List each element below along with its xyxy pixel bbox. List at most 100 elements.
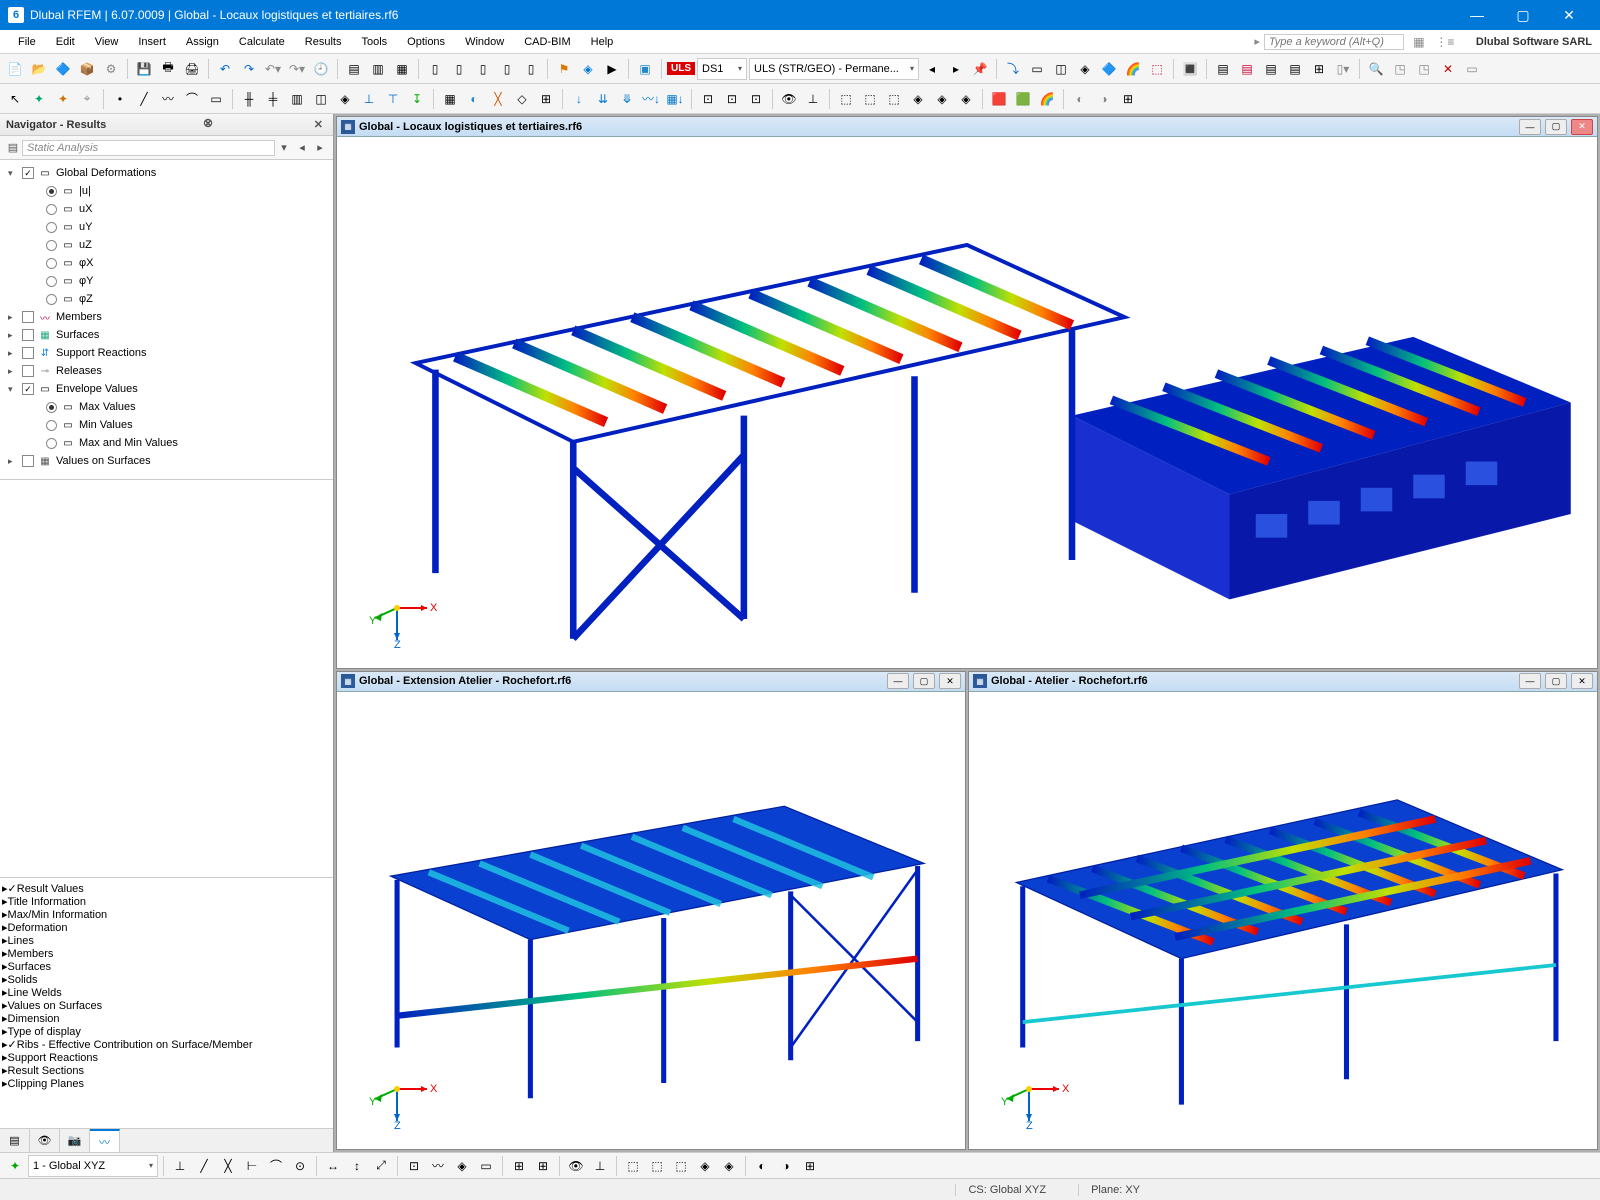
- minimize-button[interactable]: —: [1454, 0, 1500, 30]
- view-left-close[interactable]: ✕: [939, 673, 961, 689]
- results-tree[interactable]: ▾✓▭Global Deformations▭|u|▭uX▭uY▭uZ▭φX▭φ…: [0, 160, 333, 480]
- s4-icon[interactable]: ◫: [310, 88, 332, 110]
- bb2-icon[interactable]: ╱: [193, 1155, 215, 1177]
- menu-window[interactable]: Window: [455, 33, 514, 51]
- view-main-canvas[interactable]: X Y Z: [337, 137, 1597, 668]
- view-main-min[interactable]: —: [1519, 119, 1541, 135]
- menu-options[interactable]: Options: [397, 33, 455, 51]
- pline-icon[interactable]: 〰: [157, 88, 179, 110]
- tree-item[interactable]: ▸⇵Support Reactions: [2, 344, 331, 362]
- tree-radio[interactable]: ▭Max Values: [2, 398, 331, 416]
- s12-icon[interactable]: ◇: [511, 88, 533, 110]
- display-tree-item[interactable]: ▸✓Ribs - Effective Contribution on Surfa…: [2, 1038, 331, 1051]
- rect-icon[interactable]: ▭: [205, 88, 227, 110]
- gear-icon[interactable]: ⚙: [100, 58, 122, 80]
- menu-results[interactable]: Results: [295, 33, 352, 51]
- la3-icon[interactable]: ▤: [1260, 58, 1282, 80]
- bbsel5-icon[interactable]: ◈: [718, 1155, 740, 1177]
- tree-radio[interactable]: ▭|u|: [2, 182, 331, 200]
- tool-c-icon[interactable]: ▯: [472, 58, 494, 80]
- r8-icon[interactable]: 🔳: [1179, 58, 1201, 80]
- print-icon[interactable]: 🖨: [181, 58, 203, 80]
- wizard-icon[interactable]: 🔷: [52, 58, 74, 80]
- menu-edit[interactable]: Edit: [46, 33, 85, 51]
- bb7-icon[interactable]: ↔: [322, 1155, 344, 1177]
- display-tree-item[interactable]: ▸Result Sections: [2, 1064, 331, 1077]
- filter-input[interactable]: [22, 140, 275, 156]
- bb6-icon[interactable]: ⊙: [289, 1155, 311, 1177]
- pin-icon[interactable]: ⮿: [200, 118, 217, 131]
- filter-icon[interactable]: ▤: [4, 141, 22, 154]
- bbv2-icon[interactable]: ◑: [775, 1155, 797, 1177]
- bb10-icon[interactable]: ⊡: [403, 1155, 425, 1177]
- view-left-min[interactable]: —: [887, 673, 909, 689]
- bb11-icon[interactable]: 〰: [427, 1155, 449, 1177]
- display-tree-item[interactable]: ▸Solids: [2, 973, 331, 986]
- display-tree-item[interactable]: ▸Clipping Planes: [2, 1077, 331, 1090]
- plat-icon[interactable]: ▭: [1461, 58, 1483, 80]
- load1-icon[interactable]: ↓: [568, 88, 590, 110]
- r2-icon[interactable]: ▭: [1026, 58, 1048, 80]
- display-tree-item[interactable]: ▸Values on Surfaces: [2, 999, 331, 1012]
- bb14-icon[interactable]: ⊞: [508, 1155, 530, 1177]
- display-tree-item[interactable]: ▸Deformation: [2, 921, 331, 934]
- r7-icon[interactable]: ⬚: [1146, 58, 1168, 80]
- viz3-icon[interactable]: ⊞: [1117, 88, 1139, 110]
- render1-icon[interactable]: 🟥: [988, 88, 1010, 110]
- r3-icon[interactable]: ◫: [1050, 58, 1072, 80]
- bbsel4-icon[interactable]: ◈: [694, 1155, 716, 1177]
- tree-item[interactable]: ▸〰Members: [2, 308, 331, 326]
- viz2-icon[interactable]: ◑: [1093, 88, 1115, 110]
- load2-icon[interactable]: ⇊: [592, 88, 614, 110]
- tool-e-icon[interactable]: ▯: [520, 58, 542, 80]
- view-icon[interactable]: ▣: [634, 58, 656, 80]
- tool-a-icon[interactable]: ▯: [424, 58, 446, 80]
- save-icon[interactable]: 💾: [133, 58, 155, 80]
- pin-icon[interactable]: 📌: [969, 58, 991, 80]
- bbsel1-icon[interactable]: ⬚: [622, 1155, 644, 1177]
- render2-icon[interactable]: 🟩: [1012, 88, 1034, 110]
- view-main-max[interactable]: ▢: [1545, 119, 1567, 135]
- s10-icon[interactable]: ◐: [463, 88, 485, 110]
- filter-next-icon[interactable]: ▸: [311, 141, 329, 154]
- r5-icon[interactable]: 🔷: [1098, 58, 1120, 80]
- menu-insert[interactable]: Insert: [128, 33, 176, 51]
- prev-icon[interactable]: ◂: [921, 58, 943, 80]
- view-left-header[interactable]: ▦ Global - Extension Atelier - Rochefort…: [337, 672, 965, 692]
- t2-a-icon[interactable]: ✦: [28, 88, 50, 110]
- nav-tab-display[interactable]: 👁: [30, 1129, 60, 1152]
- history-icon[interactable]: 🕘: [310, 58, 332, 80]
- filter-dd-icon[interactable]: ▾: [275, 141, 293, 154]
- grid-icon[interactable]: ▦: [1408, 31, 1430, 53]
- load3-icon[interactable]: ⤋: [616, 88, 638, 110]
- new-icon[interactable]: 📄: [4, 58, 26, 80]
- r6-icon[interactable]: 🌈: [1122, 58, 1144, 80]
- view-right-min[interactable]: —: [1519, 673, 1541, 689]
- s1-icon[interactable]: ╫: [238, 88, 260, 110]
- maximize-button[interactable]: ▢: [1500, 0, 1546, 30]
- next-icon[interactable]: ▸: [945, 58, 967, 80]
- display-tree-item[interactable]: ▸Max/Min Information: [2, 908, 331, 921]
- tree-item[interactable]: ▸▦Values on Surfaces: [2, 452, 331, 470]
- la1-icon[interactable]: ▤: [1212, 58, 1234, 80]
- menu-assign[interactable]: Assign: [176, 33, 229, 51]
- t2-b-icon[interactable]: ✦: [52, 88, 74, 110]
- view-right-close[interactable]: ✕: [1571, 673, 1593, 689]
- r4-icon[interactable]: ◈: [1074, 58, 1096, 80]
- flag-icon[interactable]: ⚑: [553, 58, 575, 80]
- s3-icon[interactable]: ▥: [286, 88, 308, 110]
- panel2-icon[interactable]: ▥: [367, 58, 389, 80]
- misc2-icon[interactable]: ⊡: [721, 88, 743, 110]
- line-icon[interactable]: ╱: [133, 88, 155, 110]
- s5-icon[interactable]: ◈: [334, 88, 356, 110]
- tree-item[interactable]: ▸⊸Releases: [2, 362, 331, 380]
- panel3-icon[interactable]: ▦: [391, 58, 413, 80]
- sel4-icon[interactable]: ◈: [907, 88, 929, 110]
- block-icon[interactable]: 📦: [76, 58, 98, 80]
- display-tree-item[interactable]: ▸✓Result Values: [2, 882, 331, 895]
- tool-d-icon[interactable]: ▯: [496, 58, 518, 80]
- bb8-icon[interactable]: ↕: [346, 1155, 368, 1177]
- nav-tab-views[interactable]: 📷: [60, 1129, 90, 1152]
- sel6-icon[interactable]: ◈: [955, 88, 977, 110]
- menu-tools[interactable]: Tools: [351, 33, 397, 51]
